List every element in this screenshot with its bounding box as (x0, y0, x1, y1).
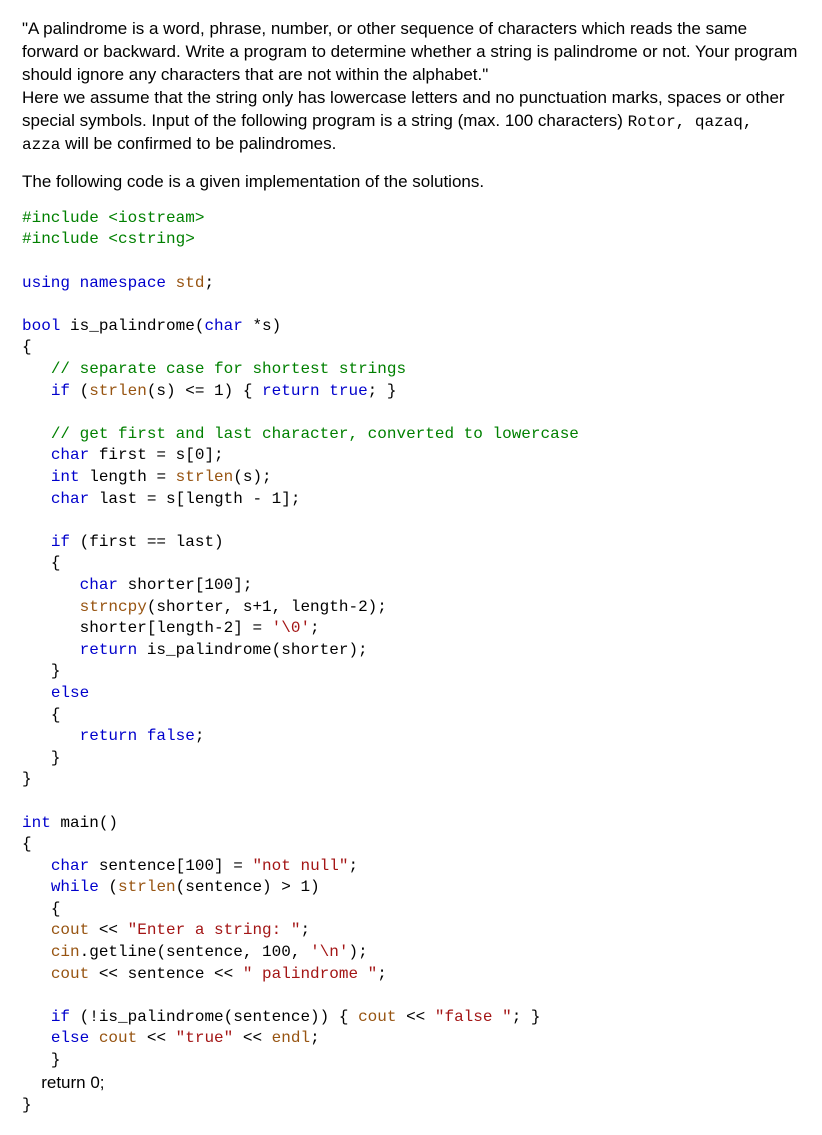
fn-main: main (51, 814, 99, 832)
preproc-header: <cstring> (108, 230, 194, 248)
punct: ; (348, 857, 358, 875)
stmt: (shorter, s+1, length-2); (147, 598, 387, 616)
comment: // get first and last character, convert… (51, 425, 579, 443)
preproc-header: <iostream> (108, 209, 204, 227)
obj-cout: cout (51, 921, 89, 939)
expr: ( (70, 382, 89, 400)
stmt: length = (80, 468, 176, 486)
preproc-include: #include (22, 209, 108, 227)
string-literal: "false " (435, 1008, 512, 1026)
brace: } (22, 770, 32, 788)
code-block: #include <iostream> #include <cstring> u… (22, 208, 800, 1117)
kw-return: return (262, 382, 320, 400)
stmt: shorter[100]; (118, 576, 252, 594)
return-zero: return 0; (41, 1073, 104, 1092)
op: << (137, 1029, 175, 1047)
kw-if: if (51, 533, 70, 551)
expr: (first == last) (70, 533, 224, 551)
punct: ; (300, 921, 310, 939)
kw-return: return (80, 641, 138, 659)
kw-return: return (80, 727, 138, 745)
kw-int: int (51, 468, 80, 486)
problem-assumption-post: will be confirmed to be palindromes. (60, 134, 336, 153)
expr: (s) <= 1) { (147, 382, 262, 400)
fn-strncpy: strncpy (80, 598, 147, 616)
stmt: last = s[length - 1]; (89, 490, 300, 508)
kw-true: true (329, 382, 367, 400)
stmt: is_palindrome(shorter); (137, 641, 367, 659)
kw-while: while (51, 878, 99, 896)
punct: ; } (368, 382, 397, 400)
stmt: shorter[length-2] = (80, 619, 272, 637)
brace: { (22, 338, 32, 356)
char-literal: '\0' (272, 619, 310, 637)
kw-char: char (51, 490, 89, 508)
punct: ( (195, 317, 205, 335)
problem-quoted: "A palindrome is a word, phrase, number,… (22, 19, 797, 84)
punct: ; (204, 274, 214, 292)
kw-char: char (204, 317, 242, 335)
string-literal: " palindrome " (243, 965, 377, 983)
punct: ; (310, 619, 320, 637)
fn-strlen: strlen (118, 878, 176, 896)
punct: () (99, 814, 118, 832)
stmt: first = s[0]; (89, 446, 223, 464)
kw-else: else (51, 684, 89, 702)
preproc-include: #include (22, 230, 108, 248)
kw-false: false (147, 727, 195, 745)
obj-cout: cout (358, 1008, 396, 1026)
op: << (233, 1029, 271, 1047)
string-literal: "true" (176, 1029, 234, 1047)
intro-line: The following code is a given implementa… (22, 171, 800, 194)
kw-if: if (51, 382, 70, 400)
string-literal: "Enter a string: " (128, 921, 301, 939)
fn-strlen: strlen (89, 382, 147, 400)
obj-cout: cout (51, 965, 89, 983)
op: << (396, 1008, 434, 1026)
op: << (89, 921, 127, 939)
brace: { (51, 706, 61, 724)
stmt: .getline(sentence, 100, (80, 943, 310, 961)
space (320, 382, 330, 400)
fn-strlen: strlen (176, 468, 234, 486)
op: << sentence << (89, 965, 243, 983)
problem-statement: "A palindrome is a word, phrase, number,… (22, 18, 800, 157)
stmt: sentence[100] = (89, 857, 252, 875)
stmt: (s); (233, 468, 271, 486)
expr: (sentence) > 1) (176, 878, 320, 896)
kw-else: else (51, 1029, 89, 1047)
brace: { (51, 900, 61, 918)
brace: } (51, 662, 61, 680)
punct: ; (377, 965, 387, 983)
fn-name: is_palindrome (60, 317, 194, 335)
punct: ); (348, 943, 367, 961)
punct: ; } (512, 1008, 541, 1026)
brace: { (22, 835, 32, 853)
expr: ( (99, 878, 118, 896)
obj-endl: endl (272, 1029, 310, 1047)
kw-char: char (51, 857, 89, 875)
brace: } (51, 749, 61, 767)
fn-sig: *s) (243, 317, 281, 335)
punct: ; (195, 727, 205, 745)
ns-std: std (176, 274, 205, 292)
expr: (!is_palindrome(sentence)) { (70, 1008, 358, 1026)
obj-cin: cin (51, 943, 80, 961)
comment: // separate case for shortest strings (51, 360, 406, 378)
kw-bool: bool (22, 317, 60, 335)
brace: } (51, 1051, 61, 1069)
kw-int: int (22, 814, 51, 832)
string-literal: "not null" (252, 857, 348, 875)
brace: { (51, 554, 61, 572)
kw-char: char (80, 576, 118, 594)
kw-namespace: namespace (70, 274, 176, 292)
obj-cout: cout (99, 1029, 137, 1047)
kw-using: using (22, 274, 70, 292)
kw-char: char (51, 446, 89, 464)
char-literal: '\n' (310, 943, 348, 961)
kw-if: if (51, 1008, 70, 1026)
brace: } (22, 1096, 32, 1114)
